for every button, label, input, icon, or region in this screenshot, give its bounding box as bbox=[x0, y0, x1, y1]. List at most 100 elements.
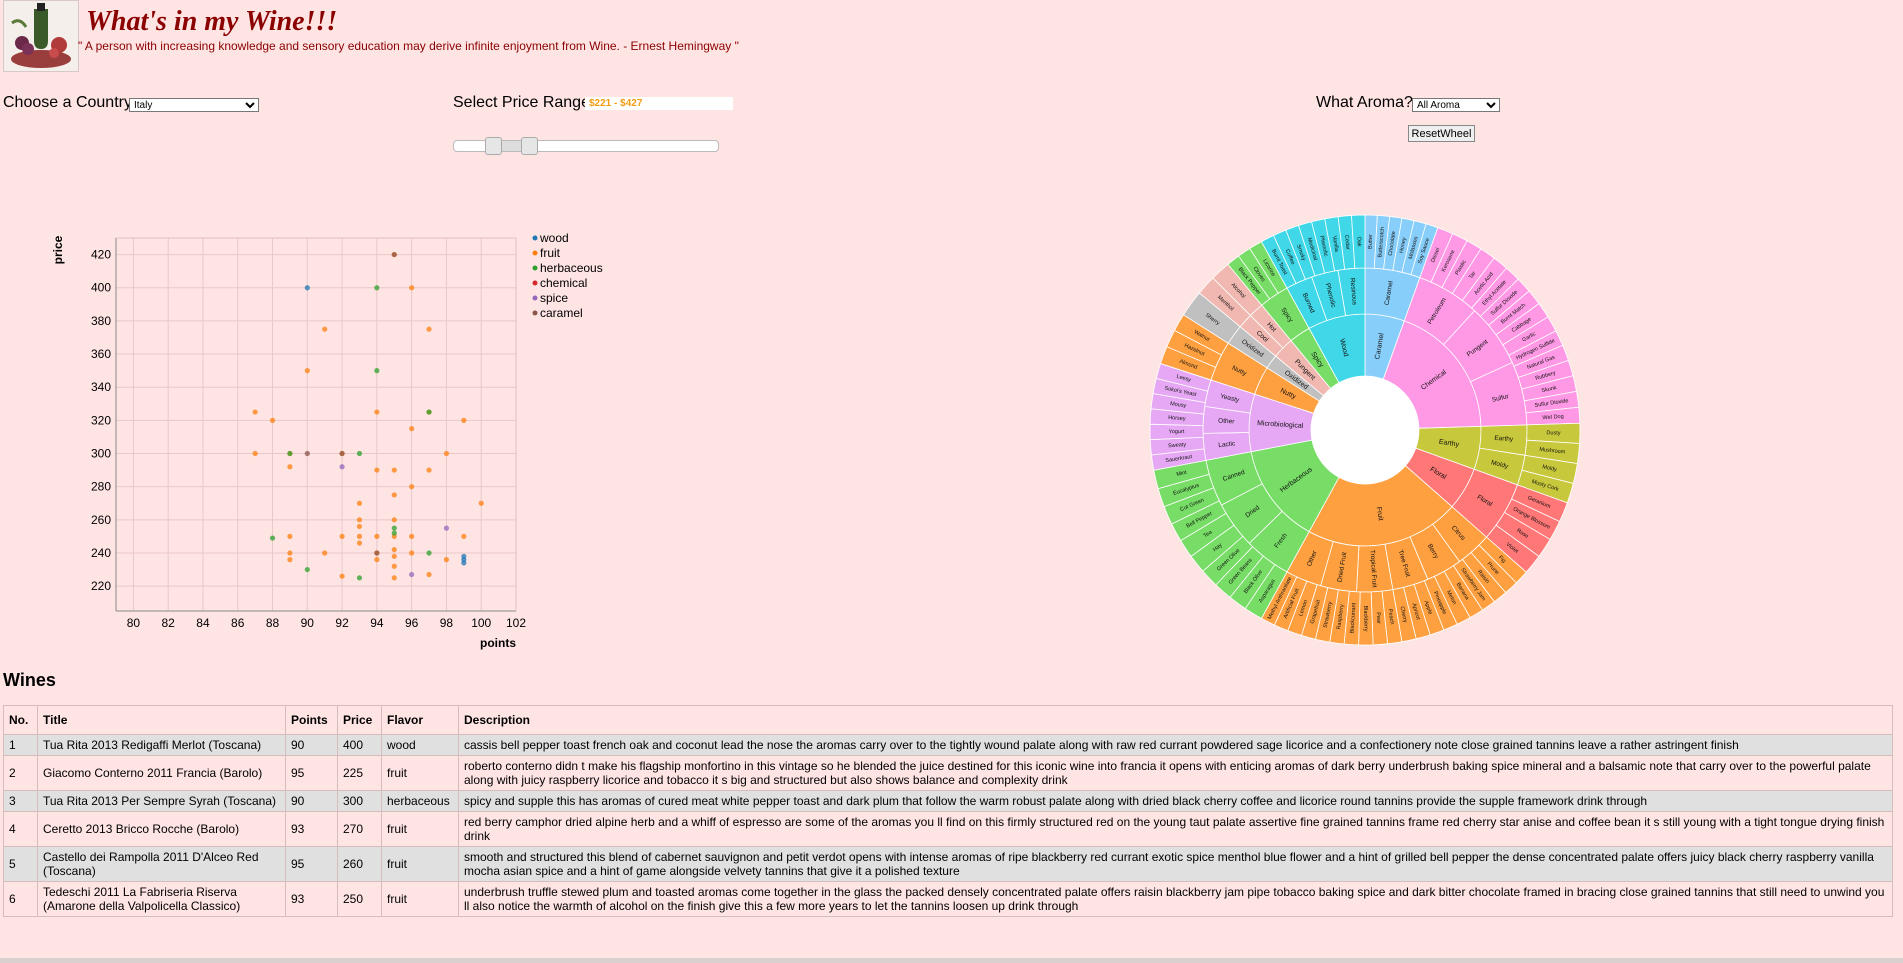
price-slider-max-handle[interactable] bbox=[521, 137, 538, 155]
data-point-fruit[interactable] bbox=[391, 517, 397, 523]
cell-title: Ceretto 2013 Bricco Rocche (Barolo) bbox=[37, 811, 286, 847]
data-point-fruit[interactable] bbox=[374, 467, 380, 473]
data-point-fruit[interactable] bbox=[356, 533, 363, 539]
wheel-label-middle: Earthy bbox=[1494, 435, 1514, 443]
price-slider-min-handle[interactable] bbox=[485, 137, 502, 155]
data-point-fruit[interactable] bbox=[356, 517, 363, 523]
wheel-center-hole[interactable] bbox=[1311, 376, 1419, 484]
y-tick-label: 220 bbox=[91, 579, 111, 593]
legend-swatch-fruit bbox=[532, 250, 538, 256]
cell-price: 250 bbox=[337, 881, 382, 917]
aroma-wheel-sunburst[interactable]: CaramelCaramelButter Butterscotch Chocolat… bbox=[1145, 210, 1585, 650]
y-tick-label: 320 bbox=[91, 413, 111, 427]
data-point-fruit[interactable] bbox=[356, 523, 363, 530]
cell-flavor: fruit bbox=[381, 755, 459, 791]
cell-points: 93 bbox=[285, 811, 338, 847]
cell-no: 4 bbox=[3, 811, 38, 847]
data-point-herbaceous[interactable] bbox=[391, 525, 397, 531]
cell-points: 90 bbox=[285, 790, 338, 812]
data-point-fruit[interactable] bbox=[374, 533, 380, 539]
country-select[interactable]: Italy bbox=[129, 98, 259, 112]
data-point-fruit[interactable] bbox=[426, 326, 432, 332]
data-point-herbaceous[interactable] bbox=[269, 535, 276, 541]
wine-logo-image bbox=[3, 0, 79, 72]
data-point-fruit[interactable] bbox=[322, 550, 328, 556]
data-point-herbaceous[interactable] bbox=[426, 550, 432, 556]
cell-flavor: fruit bbox=[381, 846, 459, 882]
cell-flavor: fruit bbox=[381, 881, 459, 917]
data-point-fruit[interactable] bbox=[304, 368, 310, 374]
legend-label-wood: wood bbox=[539, 231, 569, 245]
y-tick-label: 380 bbox=[91, 314, 111, 328]
data-point-spice[interactable] bbox=[339, 464, 345, 470]
data-point-fruit[interactable] bbox=[252, 409, 258, 415]
data-point-spice[interactable] bbox=[443, 525, 450, 531]
data-point-fruit[interactable] bbox=[478, 500, 484, 506]
data-point-fruit[interactable] bbox=[426, 467, 432, 473]
data-point-herbaceous[interactable] bbox=[356, 450, 363, 457]
data-point-fruit[interactable] bbox=[391, 563, 397, 569]
data-point-caramel[interactable] bbox=[374, 550, 380, 556]
hemingway-quote: " A person with increasing knowledge and… bbox=[78, 39, 739, 53]
y-tick-label: 300 bbox=[91, 447, 111, 461]
data-point-herbaceous[interactable] bbox=[374, 368, 380, 374]
data-point-fruit[interactable] bbox=[339, 573, 345, 579]
aroma-select[interactable]: All Aroma bbox=[1412, 98, 1500, 112]
data-point-wood[interactable] bbox=[461, 553, 467, 559]
data-point-wood[interactable] bbox=[304, 285, 310, 291]
data-point-wood[interactable] bbox=[461, 560, 467, 566]
data-point-fruit[interactable] bbox=[356, 500, 363, 506]
data-point-fruit[interactable] bbox=[409, 533, 415, 539]
reset-wheel-button[interactable]: ResetWheel bbox=[1408, 125, 1475, 142]
wheel-label-outer: Blackberry bbox=[1362, 605, 1368, 631]
data-point-fruit[interactable] bbox=[356, 540, 363, 546]
data-point-fruit[interactable] bbox=[443, 450, 450, 457]
data-point-caramel[interactable] bbox=[304, 450, 310, 457]
data-point-herbaceous[interactable] bbox=[304, 566, 310, 573]
data-point-fruit[interactable] bbox=[426, 571, 432, 578]
data-point-caramel[interactable] bbox=[339, 450, 345, 457]
wheel-label-outer: Horsey bbox=[1168, 415, 1186, 422]
data-point-herbaceous[interactable] bbox=[391, 530, 397, 536]
col-header-points: Points bbox=[285, 705, 338, 735]
x-tick-label: 88 bbox=[266, 616, 280, 630]
data-point-fruit[interactable] bbox=[391, 575, 397, 581]
data-point-fruit[interactable] bbox=[409, 550, 415, 556]
price-range-value: $221 - $427 bbox=[585, 97, 733, 110]
data-point-fruit[interactable] bbox=[409, 285, 415, 291]
cell-title: Castello dei Rampolla 2011 D'Alceo Red (… bbox=[37, 846, 286, 882]
col-header-title: Title bbox=[37, 705, 286, 735]
data-point-fruit[interactable] bbox=[287, 557, 293, 563]
data-point-fruit[interactable] bbox=[391, 492, 397, 498]
data-point-fruit[interactable] bbox=[409, 426, 415, 432]
data-point-fruit[interactable] bbox=[287, 533, 293, 539]
data-point-herbaceous[interactable] bbox=[356, 575, 363, 581]
data-point-herbaceous[interactable] bbox=[287, 450, 293, 457]
legend-swatch-chemical bbox=[532, 280, 538, 286]
data-point-fruit[interactable] bbox=[461, 417, 467, 423]
data-point-caramel[interactable] bbox=[391, 251, 397, 258]
data-point-spice[interactable] bbox=[409, 571, 415, 578]
x-tick-label: 92 bbox=[335, 616, 349, 630]
data-point-fruit[interactable] bbox=[461, 533, 467, 539]
horizontal-scrollbar[interactable] bbox=[0, 958, 1903, 963]
data-point-fruit[interactable] bbox=[322, 326, 328, 332]
data-point-herbaceous[interactable] bbox=[426, 409, 432, 415]
y-axis-label: price bbox=[51, 235, 65, 264]
data-point-fruit[interactable] bbox=[252, 450, 258, 457]
price-points-scatter-chart: 80 82 84 86 88 90 92 94 96 98 100 102 220 240 260 280 30… bbox=[51, 231, 603, 650]
data-point-fruit[interactable] bbox=[287, 464, 293, 470]
data-point-fruit[interactable] bbox=[374, 409, 380, 415]
data-point-fruit[interactable] bbox=[409, 484, 415, 490]
data-point-fruit[interactable] bbox=[391, 547, 397, 553]
data-point-fruit[interactable] bbox=[443, 557, 450, 563]
x-tick-label: 86 bbox=[231, 616, 245, 630]
data-point-fruit[interactable] bbox=[374, 557, 380, 563]
data-point-fruit[interactable] bbox=[339, 533, 345, 539]
data-point-herbaceous[interactable] bbox=[374, 285, 380, 291]
y-tick-label: 340 bbox=[91, 380, 111, 394]
data-point-fruit[interactable] bbox=[287, 550, 293, 556]
data-point-fruit[interactable] bbox=[391, 553, 397, 559]
data-point-fruit[interactable] bbox=[391, 467, 397, 473]
data-point-fruit[interactable] bbox=[269, 417, 276, 423]
